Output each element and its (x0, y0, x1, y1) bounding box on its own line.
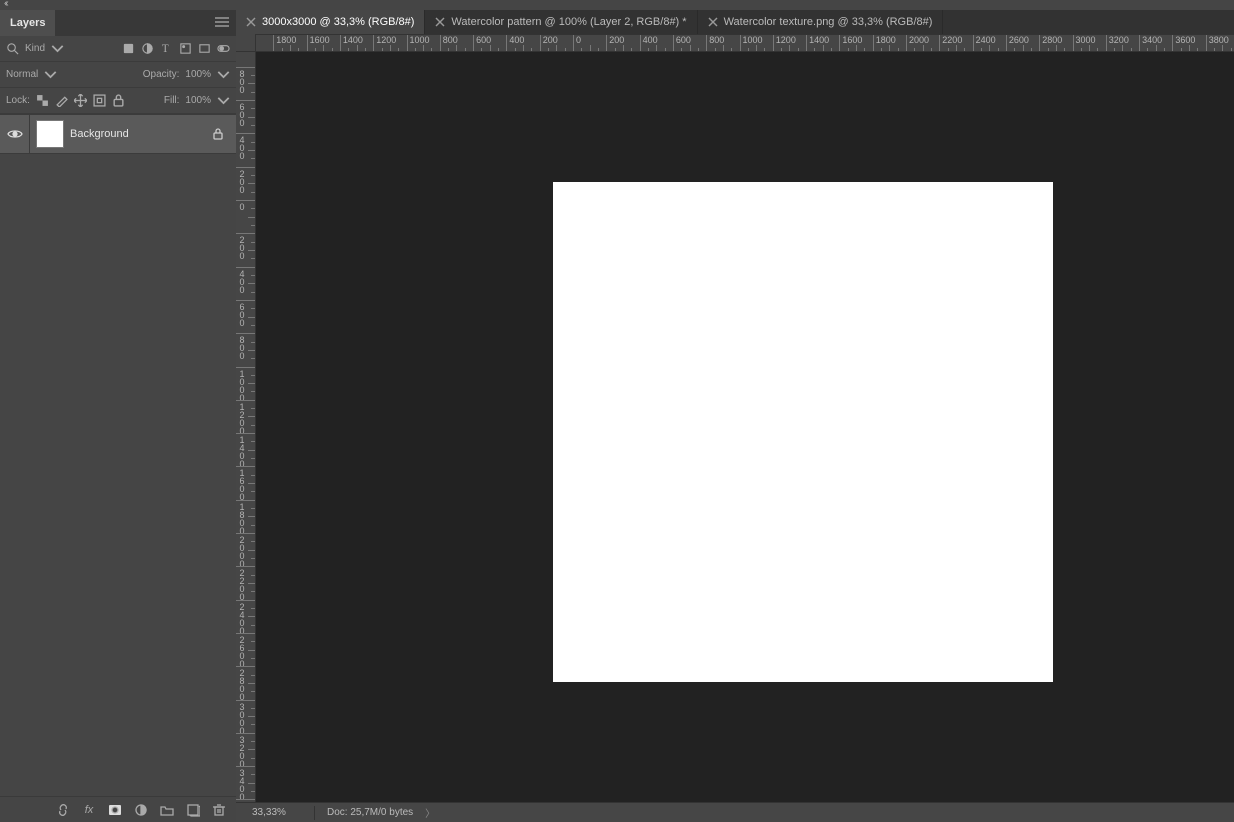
panel-tab-bar: Layers (0, 10, 236, 36)
lock-pixels-icon[interactable] (55, 94, 68, 107)
lock-label: Lock: (6, 95, 30, 106)
layers-panel-tab[interactable]: Layers (0, 10, 55, 36)
link-layers-icon[interactable] (56, 803, 70, 817)
document-tab[interactable]: Watercolor texture.png @ 33,3% (RGB/8#) (698, 10, 944, 34)
collapse-panels-icon[interactable]: ‹‹ (4, 0, 7, 9)
document-tab[interactable]: Watercolor pattern @ 100% (Layer 2, RGB/… (425, 10, 697, 34)
layer-style-icon[interactable]: fx (82, 803, 96, 817)
document-tab-title: Watercolor pattern @ 100% (Layer 2, RGB/… (451, 16, 686, 28)
layer-mask-icon[interactable] (108, 803, 122, 817)
document-tab-title: Watercolor texture.png @ 33,3% (RGB/8#) (724, 16, 933, 28)
panel-menu-icon[interactable] (214, 16, 230, 28)
lock-fill-row: Lock: Fill: 100% (0, 88, 236, 114)
search-icon (6, 42, 19, 55)
document-tabs-bar: 3000x3000 @ 33,3% (RGB/8#) Watercolor pat… (236, 10, 1234, 34)
lock-icon[interactable] (212, 128, 236, 140)
filter-pixel-icon[interactable] (122, 42, 135, 55)
document-tab-title: 3000x3000 @ 33,3% (RGB/8#) (262, 16, 414, 28)
visibility-toggle[interactable] (0, 115, 30, 153)
ruler-origin-corner[interactable] (236, 34, 256, 52)
status-caret-icon[interactable]: 〉 (425, 805, 435, 820)
opacity-label: Opacity: (143, 69, 180, 80)
horizontal-ruler[interactable]: 1800160014001200100080060040020002004006… (256, 34, 1234, 52)
filter-shape-icon[interactable] (179, 42, 192, 55)
filter-adjust-icon[interactable] (141, 42, 154, 55)
app-topbar: ‹‹ (0, 0, 1234, 10)
lock-all-icon[interactable] (112, 94, 125, 107)
lock-artboard-icon[interactable] (93, 94, 106, 107)
svg-text:T: T (162, 43, 169, 55)
layer-name-label[interactable]: Background (70, 128, 212, 140)
filter-smart-icon[interactable] (198, 42, 211, 55)
lock-transparent-icon[interactable] (36, 94, 49, 107)
canvas-viewport[interactable] (256, 52, 1234, 802)
close-icon[interactable] (435, 17, 445, 27)
new-layer-icon[interactable] (186, 803, 200, 817)
fill-value-field[interactable]: 100% (185, 95, 211, 106)
filter-type-icon[interactable]: T (160, 42, 173, 55)
zoom-field[interactable]: 33,33% (246, 807, 306, 818)
adjustment-layer-icon[interactable] (134, 803, 148, 817)
group-icon[interactable] (160, 803, 174, 817)
layers-list[interactable]: Background (0, 114, 236, 796)
chevron-down-icon[interactable] (51, 42, 64, 55)
layer-row[interactable]: Background (0, 114, 236, 154)
status-bar: 33,33% Doc: 25,7M/0 bytes 〉 (236, 802, 1234, 822)
chevron-down-icon[interactable] (44, 68, 57, 81)
filter-kind-label[interactable]: Kind (25, 43, 45, 54)
layers-panel: Layers Kind T Normal Opacity: 100% Lock:… (0, 10, 236, 822)
lock-position-icon[interactable] (74, 94, 87, 107)
close-icon[interactable] (246, 17, 256, 27)
fill-label: Fill: (164, 95, 180, 106)
blend-opacity-row: Normal Opacity: 100% (0, 62, 236, 88)
layer-filter-row: Kind T (0, 36, 236, 62)
document-tab[interactable]: 3000x3000 @ 33,3% (RGB/8#) (236, 10, 425, 34)
close-icon[interactable] (708, 17, 718, 27)
vertical-ruler[interactable]: 8006004002000200400600800100012001400160… (236, 52, 256, 802)
layer-thumbnail[interactable] (36, 120, 64, 148)
layers-panel-bottom-bar: fx (0, 796, 236, 822)
document-area: 3000x3000 @ 33,3% (RGB/8#) Watercolor pat… (236, 10, 1234, 822)
canvas[interactable] (553, 182, 1053, 682)
trash-icon[interactable] (212, 803, 226, 817)
doc-info-label[interactable]: Doc: 25,7M/0 bytes (323, 807, 417, 818)
blend-mode-select[interactable]: Normal (6, 69, 38, 80)
opacity-value-field[interactable]: 100% (185, 69, 211, 80)
filter-toggle-icon[interactable] (217, 42, 230, 55)
chevron-down-icon[interactable] (217, 68, 230, 81)
workspace: 1800160014001200100080060040020002004006… (236, 34, 1234, 822)
chevron-down-icon[interactable] (217, 94, 230, 107)
